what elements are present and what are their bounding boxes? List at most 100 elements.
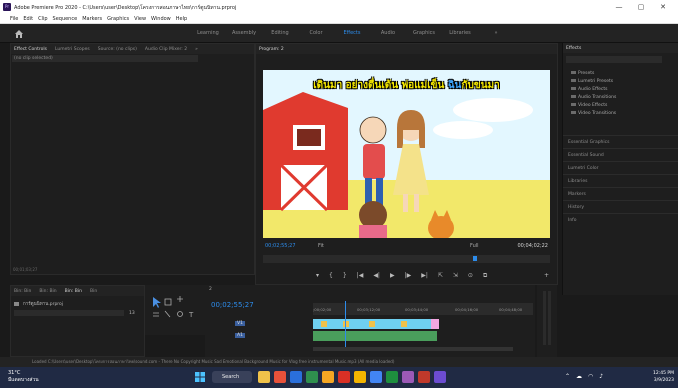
track-select-icon[interactable] — [164, 298, 172, 306]
timeline-scrollbar[interactable] — [313, 347, 513, 351]
tab-bin-2[interactable]: Bin: Bin — [39, 289, 56, 294]
workspace-effects[interactable]: Effects — [334, 30, 370, 36]
effects-search-input[interactable] — [566, 56, 662, 63]
section-history[interactable]: History — [563, 200, 678, 213]
tree-video-transitions[interactable]: Video Transitions — [571, 111, 616, 116]
tree-audio-effects[interactable]: Audio Effects — [571, 87, 608, 92]
workspace-editing[interactable]: Editing — [262, 30, 298, 36]
track-a1-label[interactable]: A1 — [235, 333, 245, 338]
step-forward-button[interactable]: |▶ — [405, 272, 412, 280]
clip-selector[interactable]: (no clip selected) — [12, 55, 198, 62]
tree-audio-transitions[interactable]: Audio Transitions — [571, 95, 616, 100]
wifi-icon[interactable]: ◠ — [588, 373, 593, 380]
cloud-icon[interactable]: ☁ — [576, 373, 582, 380]
taskbar-app-icon[interactable] — [354, 371, 366, 383]
video-clip[interactable] — [313, 319, 437, 329]
workspace-libraries[interactable]: Libraries — [442, 30, 478, 36]
playback-resolution-select[interactable]: Full — [470, 243, 479, 249]
taskbar-app-icon[interactable] — [386, 371, 398, 383]
taskbar-app-icon[interactable] — [290, 371, 302, 383]
menu-sequence[interactable]: Sequence — [53, 16, 78, 22]
menu-clip[interactable]: Clip — [38, 16, 47, 22]
add-marker-button[interactable]: ▾ — [316, 272, 319, 280]
tab-bin-1[interactable]: Bin: Bin — [14, 289, 31, 294]
windows-start-icon[interactable] — [195, 372, 205, 382]
timeline-tab[interactable]: 2 — [209, 287, 212, 292]
tab-source[interactable]: Source: (no clips) — [98, 47, 137, 52]
mark-out-button[interactable]: } — [343, 272, 347, 280]
pen-tool-icon[interactable] — [164, 310, 171, 318]
menu-file[interactable]: File — [10, 16, 18, 22]
tree-video-effects[interactable]: Video Effects — [571, 103, 607, 108]
ripple-edit-icon[interactable] — [177, 296, 183, 302]
step-back-button[interactable]: ◀| — [373, 272, 380, 280]
menu-markers[interactable]: Markers — [82, 16, 102, 22]
menu-window[interactable]: Window — [151, 16, 171, 22]
lift-button[interactable]: ⇱ — [438, 272, 443, 280]
taskbar-app-icon[interactable] — [370, 371, 382, 383]
extract-button[interactable]: ⇲ — [453, 272, 458, 280]
minimize-button[interactable]: — — [608, 2, 630, 12]
type-tool-icon[interactable]: T — [188, 311, 194, 319]
program-scrub-bar[interactable] — [263, 255, 550, 263]
program-timecode[interactable]: 00;02;55;27 — [265, 243, 296, 249]
razor-tool-icon[interactable] — [153, 312, 159, 317]
section-essential-graphics[interactable]: Essential Graphics — [563, 135, 678, 148]
taskbar-app-icon[interactable] — [306, 371, 318, 383]
timeline-ruler[interactable]: ;00;02;00 00;03;12;00 00;03;44;00 00;04;… — [313, 303, 533, 315]
selection-tool-icon[interactable] — [153, 297, 161, 308]
menu-view[interactable]: View — [134, 16, 146, 22]
project-search-input[interactable] — [14, 310, 124, 316]
workspace-assembly[interactable]: Assembly — [226, 30, 262, 36]
menu-graphics[interactable]: Graphics — [107, 16, 129, 22]
taskbar-app-icon[interactable] — [338, 371, 350, 383]
maximize-button[interactable]: ▢ — [630, 2, 652, 12]
compare-view-button[interactable]: ⧉ — [483, 272, 487, 280]
close-button[interactable]: ✕ — [652, 2, 674, 12]
tab-effect-controls[interactable]: Effect Controls — [14, 47, 47, 52]
track-v1-label[interactable]: V1 — [235, 321, 245, 326]
section-info[interactable]: Info — [563, 213, 678, 226]
tab-bin-4[interactable]: Bin — [90, 289, 97, 294]
program-monitor-title[interactable]: Program: 2 — [259, 47, 284, 52]
mark-in-button[interactable]: { — [329, 272, 333, 280]
menu-help[interactable]: Help — [176, 16, 187, 22]
workspace-overflow[interactable]: » — [478, 30, 514, 36]
timeline-playhead[interactable] — [345, 301, 346, 347]
taskbar-app-icon[interactable] — [402, 371, 414, 383]
go-to-in-button[interactable]: |◀ — [357, 272, 364, 280]
effects-panel-title[interactable]: Effects — [566, 46, 581, 51]
audio-clip[interactable] — [313, 331, 437, 341]
workspace-audio[interactable]: Audio — [370, 30, 406, 36]
button-editor-plus[interactable]: + — [544, 272, 549, 279]
section-libraries[interactable]: Libraries — [563, 174, 678, 187]
export-frame-button[interactable]: ⊙ — [468, 272, 473, 280]
taskbar-app-icon[interactable] — [322, 371, 334, 383]
project-file-name[interactable]: การ์ตูนนิทาน.prproj — [23, 300, 63, 307]
taskbar-clock[interactable]: 12:45 PM 3/9/2023 — [653, 370, 674, 384]
hand-tool-icon[interactable] — [177, 311, 183, 317]
section-markers[interactable]: Markers — [563, 187, 678, 200]
tab-overflow[interactable]: » — [195, 47, 198, 52]
tab-audio-clip-mixer[interactable]: Audio Clip Mixer: 2 — [145, 47, 187, 52]
menu-edit[interactable]: Edit — [23, 16, 33, 22]
go-to-out-button[interactable]: ▶| — [421, 272, 428, 280]
taskbar-search-input[interactable]: Search — [212, 371, 252, 383]
tab-bin-3[interactable]: Bin: Bin — [65, 289, 82, 294]
home-icon[interactable] — [14, 29, 24, 39]
workspace-learning[interactable]: Learning — [190, 30, 226, 36]
playhead-marker[interactable] — [473, 256, 477, 261]
speaker-icon[interactable]: ♪ — [599, 373, 603, 380]
section-essential-sound[interactable]: Essential Sound — [563, 148, 678, 161]
chevron-up-icon[interactable]: ⌃ — [565, 373, 570, 380]
title-clip[interactable] — [431, 319, 439, 329]
tree-lumetri-presets[interactable]: Lumetri Presets — [571, 79, 613, 84]
weather-widget[interactable]: 31°C มีแดดบางส่วน — [8, 370, 39, 384]
tree-presets[interactable]: Presets — [571, 71, 594, 76]
play-button[interactable]: ▶ — [390, 272, 395, 280]
taskbar-app-icon[interactable] — [258, 371, 270, 383]
workspace-color[interactable]: Color — [298, 30, 334, 36]
workspace-graphics[interactable]: Graphics — [406, 30, 442, 36]
taskbar-app-icon[interactable] — [418, 371, 430, 383]
taskbar-app-icon[interactable] — [274, 371, 286, 383]
